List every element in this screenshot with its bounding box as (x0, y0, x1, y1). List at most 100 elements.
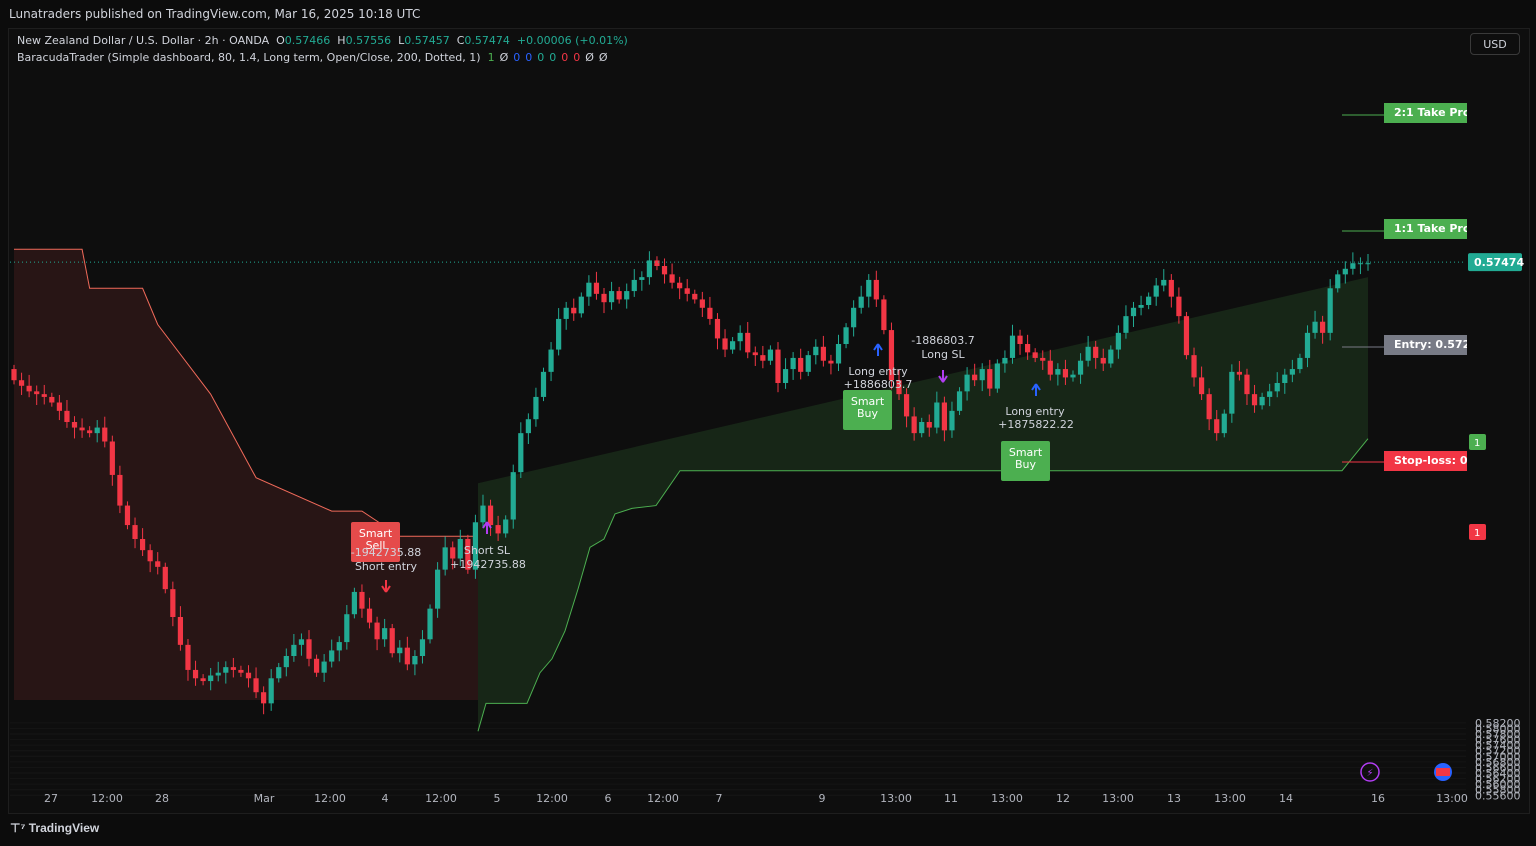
x-tick-label: 11 (944, 792, 958, 805)
candle-body (1009, 335, 1016, 358)
candle-body (578, 296, 584, 314)
candle-body (1365, 263, 1371, 265)
candle-body (1168, 279, 1174, 297)
candle-body (1335, 274, 1341, 289)
candle-body (389, 628, 395, 654)
candle-body (1206, 394, 1212, 420)
candle-body (162, 566, 168, 590)
candle-body (654, 260, 660, 266)
candle-body (994, 363, 1000, 389)
indicator-value: 0 (549, 51, 557, 64)
x-tick-label: 9 (819, 792, 826, 805)
candle-body (495, 525, 501, 534)
candle-body (1130, 307, 1137, 317)
candle-body (556, 318, 562, 350)
candle-body (752, 352, 758, 356)
candle-body (911, 416, 917, 434)
candle-body (64, 410, 70, 422)
candle-body (366, 608, 373, 623)
candle-body (306, 639, 312, 659)
candle-body (972, 374, 978, 381)
candle-body (1282, 374, 1288, 383)
candle-body (661, 266, 668, 275)
x-tick-label: Mar (254, 792, 275, 805)
candle-body (608, 291, 615, 303)
symbol-name[interactable]: New Zealand Dollar / U.S. Dollar · 2h · … (17, 34, 269, 47)
candle-body (351, 591, 357, 615)
candle-body (737, 332, 743, 342)
candle-body (722, 338, 728, 350)
candle-body (760, 355, 766, 361)
candle-body (571, 307, 577, 314)
candle-body (419, 639, 426, 656)
candle-body (412, 656, 418, 665)
tp2-badge: 2:1 Take Profi (1384, 103, 1467, 123)
candle-body (1198, 377, 1205, 395)
candle-body (646, 260, 652, 278)
smart-buy-box-2-label: Buy (1015, 458, 1037, 471)
candle-body (510, 472, 516, 520)
candle-body (26, 385, 32, 392)
candle-body (1320, 321, 1326, 333)
candle-body (903, 394, 910, 417)
candle-body (1229, 371, 1235, 414)
x-tick-label: 12:00 (536, 792, 568, 805)
currency-button[interactable]: USD (1470, 33, 1520, 55)
candle-body (563, 307, 569, 319)
candle-body (1032, 352, 1038, 358)
candle-body (434, 569, 441, 609)
candle-body (1138, 305, 1144, 308)
candle-body (540, 371, 547, 397)
candle-body (767, 349, 774, 361)
candle-body (404, 647, 410, 665)
smart-buy-box-label: Buy (857, 407, 879, 420)
candle-body (102, 427, 108, 442)
candle-body (639, 277, 645, 280)
indicator-legend[interactable]: BaracudaTrader (Simple dashboard, 80, 1.… (17, 51, 613, 64)
x-tick-label: 14 (1279, 792, 1293, 805)
indicator-name[interactable]: BaracudaTrader (Simple dashboard, 80, 1.… (17, 51, 481, 64)
x-tick-label: 27 (44, 792, 58, 805)
open-value: 0.57466 (284, 34, 331, 47)
candle-body (124, 505, 131, 526)
short-pnl-label: -1942735.88 (351, 546, 421, 559)
long-entry-label-2: Long entry (1005, 405, 1065, 418)
candle-body (1047, 360, 1053, 375)
x-tick-label: 13:00 (1436, 792, 1468, 805)
candle-body (268, 678, 274, 704)
high-label: H (337, 34, 346, 47)
candle-body (200, 678, 206, 682)
candle-body (790, 357, 796, 370)
candle-body (1183, 316, 1190, 356)
candle-body (866, 279, 872, 297)
bear-zone (14, 249, 478, 701)
candle-body (548, 349, 554, 372)
symbol-legend[interactable]: New Zealand Dollar / U.S. Dollar · 2h · … (17, 34, 628, 47)
price-chart[interactable]: 0.582000.580000.578000.576000.574000.572… (0, 0, 1536, 846)
red-count-label: 1 (1474, 528, 1480, 539)
candle-body (359, 591, 365, 609)
candle-body (170, 589, 176, 617)
candle-body (858, 296, 864, 308)
change-value: +0.00006 (+0.01%) (516, 34, 628, 47)
candle-body (730, 341, 736, 350)
candle-body (1017, 335, 1023, 344)
candle-body (34, 391, 40, 395)
candle-body (1304, 332, 1311, 358)
candle-body (503, 519, 509, 534)
candle-body (223, 667, 229, 673)
candle-body (586, 282, 592, 297)
indicator-value: 0 (573, 51, 581, 64)
candle-body (964, 374, 970, 392)
x-tick-label: 13 (1167, 792, 1181, 805)
tradingview-logo[interactable]: ⊤⁷ TradingView (10, 821, 99, 835)
candle-body (1236, 371, 1243, 375)
candle-body (1153, 285, 1159, 297)
long-entry-pnl-label: +1886803.7 (844, 378, 913, 391)
candle-body (624, 291, 630, 300)
candle-body (1115, 332, 1121, 350)
candle-body (926, 422, 932, 428)
candle-body (1085, 346, 1091, 361)
stop-loss-badge: Stop-loss: 0.5 (1384, 451, 1467, 471)
candle-body (1055, 369, 1061, 375)
